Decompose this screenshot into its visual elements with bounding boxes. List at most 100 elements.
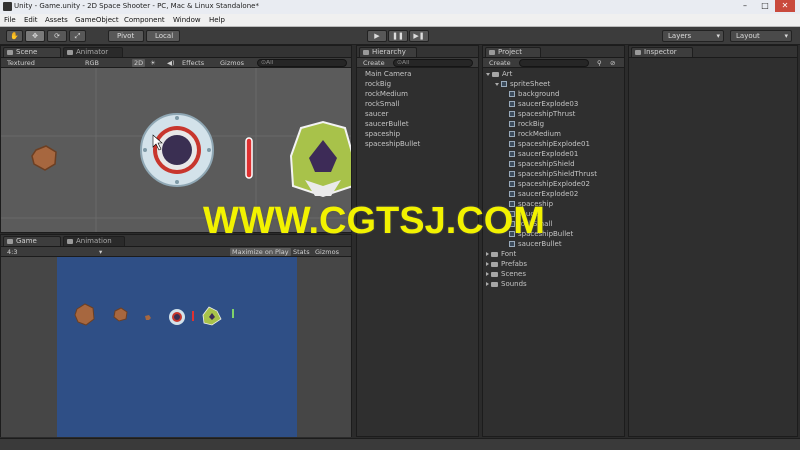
sprite-item[interactable]: saucerExplode02 — [509, 190, 578, 198]
scale-tool-icon[interactable]: ⤢ — [69, 30, 86, 42]
inspector-panel: Inspector — [628, 45, 798, 437]
tab-scene[interactable]: Scene — [3, 47, 61, 57]
collapse-arrow-icon[interactable] — [486, 252, 489, 256]
close-button[interactable]: ✕ — [775, 0, 795, 12]
tab-animation[interactable]: Animation — [63, 236, 125, 246]
scene-icon — [7, 50, 13, 55]
status-bar — [0, 438, 800, 450]
filter-type-icon[interactable]: ⚲ — [597, 59, 602, 67]
local-toggle[interactable]: Local — [146, 30, 180, 42]
game-control-bar: 4:3 ▾ Maximize on Play Stats Gizmos — [1, 247, 351, 257]
sprite-item-label: saucerExplode03 — [518, 100, 579, 108]
pivot-toggle[interactable]: Pivot — [108, 30, 144, 42]
menu-edit[interactable]: Edit — [24, 16, 38, 24]
animation-icon — [67, 239, 73, 244]
menu-component[interactable]: Component — [124, 16, 165, 24]
tab-project-label: Project — [498, 48, 522, 56]
collapse-arrow-icon[interactable] — [486, 272, 489, 276]
tab-hierarchy[interactable]: Hierarchy — [359, 47, 417, 57]
hierarchy-item[interactable]: rockSmall — [365, 100, 399, 108]
sprite-item[interactable]: spaceshipShieldThrust — [509, 170, 597, 178]
sprite-item[interactable]: spaceshipExplode02 — [509, 180, 590, 188]
layout-dropdown[interactable]: Layout — [730, 30, 792, 42]
folder-art[interactable]: Art — [486, 70, 512, 78]
spritesheet-asset[interactable]: spriteSheet — [495, 80, 550, 88]
folder-sounds[interactable]: Sounds — [486, 280, 527, 288]
expand-arrow-icon[interactable] — [495, 82, 499, 86]
sprite-item[interactable]: rockMedium — [509, 130, 561, 138]
collapse-arrow-icon[interactable] — [486, 262, 489, 266]
scene-search-input[interactable]: ⊙All — [257, 59, 347, 67]
menu-gameobject[interactable]: GameObject — [75, 16, 119, 24]
tab-animator-label: Animator — [76, 48, 109, 56]
menu-bar: File Edit Assets GameObject Component Wi… — [0, 14, 800, 27]
sprite-item[interactable]: background — [509, 90, 559, 98]
hand-tool-icon[interactable]: ✋ — [6, 30, 23, 42]
spaceship-sprite[interactable] — [289, 120, 351, 198]
hierarchy-create-dropdown[interactable]: Create — [363, 59, 385, 67]
move-tool-icon[interactable]: ✥ — [25, 30, 45, 42]
project-create-dropdown[interactable]: Create — [489, 59, 511, 67]
sprite-item[interactable]: spaceshipShield — [509, 160, 575, 168]
hierarchy-item[interactable]: saucerBullet — [365, 120, 409, 128]
game-gizmos-dropdown[interactable]: Gizmos — [315, 248, 339, 256]
menu-file[interactable]: File — [4, 16, 16, 24]
hierarchy-item[interactable]: rockBig — [365, 80, 391, 88]
scene-control-bar: Textured RGB 2D ☀ ◀) Effects Gizmos ⊙All — [1, 58, 351, 68]
project-search-input[interactable] — [519, 59, 589, 67]
2d-toggle[interactable]: 2D — [132, 59, 146, 67]
filter-label-icon[interactable]: ⊘ — [610, 59, 615, 67]
sprite-item[interactable]: saucerExplode03 — [509, 100, 578, 108]
layers-dropdown[interactable]: Layers — [662, 30, 724, 42]
tab-inspector[interactable]: Inspector — [631, 47, 693, 57]
tab-animator[interactable]: Animator — [63, 47, 123, 57]
menu-assets[interactable]: Assets — [45, 16, 68, 24]
sprite-item-label: saucerExplode02 — [518, 190, 579, 198]
menu-help[interactable]: Help — [209, 16, 225, 24]
hierarchy-icon — [363, 50, 369, 55]
hierarchy-item[interactable]: saucer — [365, 110, 388, 118]
bullet-sprite[interactable] — [245, 137, 253, 179]
audio-toggle-icon[interactable]: ◀) — [167, 59, 175, 67]
sprite-item[interactable]: spaceshipExplode01 — [509, 140, 590, 148]
hierarchy-item[interactable]: rockMedium — [365, 90, 408, 98]
render-mode-dropdown[interactable]: RGB — [85, 59, 99, 67]
game-view[interactable] — [57, 257, 297, 437]
menu-window[interactable]: Window — [173, 16, 201, 24]
step-button[interactable]: ▶❚ — [409, 30, 429, 42]
rotate-tool-icon[interactable]: ⟳ — [47, 30, 67, 42]
tab-game[interactable]: Game — [3, 236, 61, 246]
hierarchy-item[interactable]: spaceshipBullet — [365, 140, 420, 148]
tab-animation-label: Animation — [76, 237, 112, 245]
sprite-icon — [509, 141, 515, 147]
folder-icon — [492, 71, 499, 77]
rock-big-sprite — [74, 303, 95, 326]
play-button[interactable]: ▶ — [367, 30, 387, 42]
effects-dropdown[interactable]: Effects — [182, 59, 204, 67]
collapse-arrow-icon[interactable] — [486, 282, 489, 286]
sprite-item[interactable]: spaceshipThrust — [509, 110, 575, 118]
sprite-item[interactable]: saucerExplode01 — [509, 150, 578, 158]
maximize-on-play-toggle[interactable]: Maximize on Play — [230, 248, 291, 256]
stats-toggle[interactable]: Stats — [293, 248, 310, 256]
shading-mode-dropdown[interactable]: Textured — [7, 59, 35, 67]
rock-sprite[interactable] — [31, 145, 57, 171]
folder-scenes[interactable]: Scenes — [486, 270, 526, 278]
hierarchy-item[interactable]: spaceship — [365, 130, 400, 138]
aspect-dropdown[interactable]: 4:3 — [7, 248, 17, 256]
hierarchy-item[interactable]: Main Camera — [365, 70, 411, 78]
tab-project[interactable]: Project — [485, 47, 541, 57]
saucer-sprite[interactable] — [140, 113, 214, 187]
expand-arrow-icon[interactable] — [486, 72, 490, 76]
lighting-toggle-icon[interactable]: ☀ — [150, 59, 156, 67]
folder-font[interactable]: Font — [486, 250, 516, 258]
folder-prefabs[interactable]: Prefabs — [486, 260, 527, 268]
title-bar: Unity - Game.unity - 2D Space Shooter - … — [0, 0, 800, 14]
sprite-item[interactable]: rockBig — [509, 120, 544, 128]
gizmos-dropdown[interactable]: Gizmos — [220, 59, 244, 67]
minimize-button[interactable]: – — [735, 0, 755, 12]
maximize-button[interactable]: □ — [755, 0, 775, 12]
aspect-dropdown-arrow-icon[interactable]: ▾ — [99, 248, 102, 256]
hierarchy-search-input[interactable]: ⊙All — [393, 59, 473, 67]
pause-button[interactable]: ❚❚ — [388, 30, 408, 42]
